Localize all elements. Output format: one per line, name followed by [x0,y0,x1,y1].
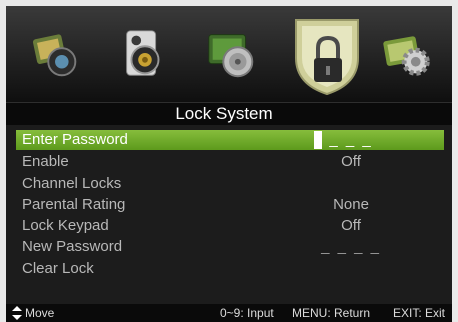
menu-item-channel-locks[interactable]: Channel Locks [16,174,444,194]
up-down-arrow-icon [12,306,22,320]
tv-osd-menu: Lock System Enter Password _ _ _ Enable … [6,6,452,322]
menu-item-value: Off [341,153,361,170]
menu-item-enter-password[interactable]: Enter Password _ _ _ [16,130,444,150]
menu-title: Lock System [175,104,273,123]
menu-icon-bar [6,6,452,102]
hint-input: 0~9: Input [220,306,274,320]
menu-item-label: Enter Password [22,131,128,148]
menu-item-label: Lock Keypad [22,217,109,234]
menu-item-enable[interactable]: Enable Off [16,152,444,172]
menu-item-value: None [333,196,369,213]
channel-menu-icon[interactable] [202,24,262,84]
picture-menu-icon[interactable] [26,24,86,84]
menu-item-new-password[interactable]: New Password _ _ _ _ [16,237,444,257]
sound-menu-icon[interactable] [114,24,174,84]
menu-item-parental-rating[interactable]: Parental Rating None [16,195,444,215]
menu-item-label: Parental Rating [22,196,126,213]
password-entry-field[interactable]: _ _ _ [306,130,396,150]
hint-move: Move [25,306,55,320]
new-password-field[interactable]: _ _ _ _ [306,237,396,257]
menu-item-value: Off [341,217,361,234]
key-hint-bar: Move 0~9: Input MENU: Return EXIT: Exit [6,304,452,322]
menu-item-lock-keypad[interactable]: Lock Keypad Off [16,216,444,236]
menu-item-clear-lock[interactable]: Clear Lock [16,259,444,279]
menu-item-label: New Password [22,238,123,255]
setup-menu-icon[interactable] [378,24,438,84]
hint-exit: EXIT: Exit [393,306,446,320]
menu-title-bar: Lock System [6,102,452,125]
lock-menu-icon[interactable] [288,14,366,96]
menu-item-label: Channel Locks [22,175,122,192]
menu-item-label: Enable [22,153,69,170]
menu-item-label: Clear Lock [22,260,94,277]
hint-return: MENU: Return [292,306,371,320]
